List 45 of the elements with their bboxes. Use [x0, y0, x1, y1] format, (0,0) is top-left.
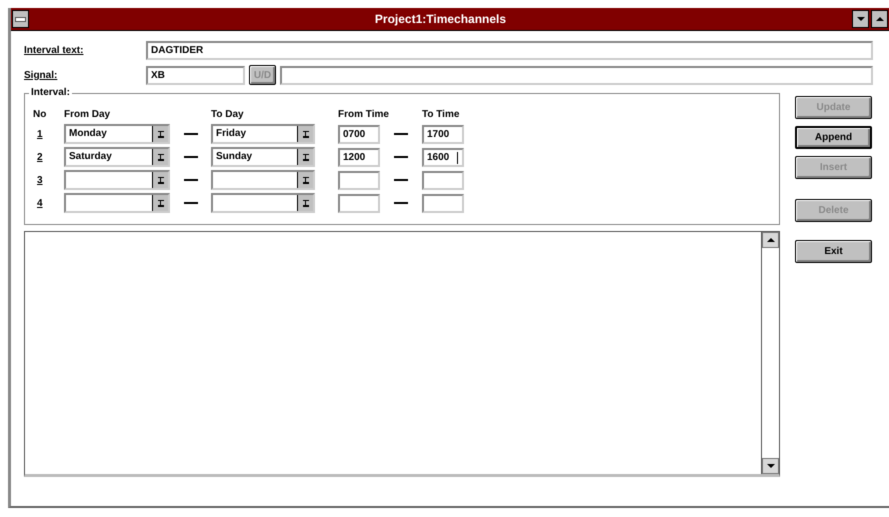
column-header: To Day [211, 108, 244, 121]
minimize-button[interactable] [852, 10, 869, 28]
system-menu-button[interactable] [12, 10, 29, 28]
group-title: Interval: [29, 87, 72, 98]
dash-icon [394, 202, 408, 204]
dash-icon [394, 179, 408, 181]
input-field[interactable] [422, 194, 464, 212]
input-field[interactable] [422, 170, 464, 190]
dropdown[interactable]: Monday [64, 124, 170, 144]
window-title: Project1:Timechannels [374, 12, 508, 26]
column-header: From Day [64, 108, 110, 121]
input-field[interactable] [280, 66, 873, 84]
dash-icon [184, 133, 198, 135]
dash-icon [184, 179, 198, 181]
input-field[interactable] [338, 194, 380, 212]
scrollbar[interactable] [761, 232, 779, 474]
input-field[interactable]: 1200 [338, 148, 380, 166]
field-label: Signal: [24, 70, 58, 80]
input-field[interactable] [338, 170, 380, 190]
scroll-up-button[interactable] [762, 232, 779, 248]
dropdown[interactable]: Friday [211, 124, 315, 144]
input-field[interactable]: 1700 [422, 124, 464, 144]
column-header: To Time [422, 108, 460, 121]
append-button[interactable]: Append [795, 126, 872, 149]
dash-icon [394, 133, 408, 135]
input-field[interactable]: 0700 [338, 124, 380, 144]
row-number: 3 [36, 174, 44, 186]
dash-icon [184, 156, 198, 158]
dash-icon [184, 202, 198, 204]
scroll-down-button[interactable] [762, 458, 779, 474]
row-number: 4 [36, 198, 44, 208]
field-label: Interval text: [24, 45, 84, 56]
input-field[interactable]: DAGTIDER [146, 41, 873, 60]
dropdown[interactable]: Saturday [64, 147, 170, 167]
dropdown[interactable]: Sunday [211, 147, 315, 167]
row-number: 1 [36, 128, 44, 140]
exit-button[interactable]: Exit [795, 240, 872, 263]
text-cursor [457, 152, 458, 164]
maximize-button[interactable] [871, 10, 888, 28]
column-header: No [33, 108, 46, 121]
input-field[interactable]: XB [146, 66, 245, 84]
row-number: 2 [36, 152, 44, 162]
input-field[interactable]: 1600 [422, 148, 464, 166]
dash-icon [394, 156, 408, 158]
column-header: From Time [338, 108, 389, 121]
